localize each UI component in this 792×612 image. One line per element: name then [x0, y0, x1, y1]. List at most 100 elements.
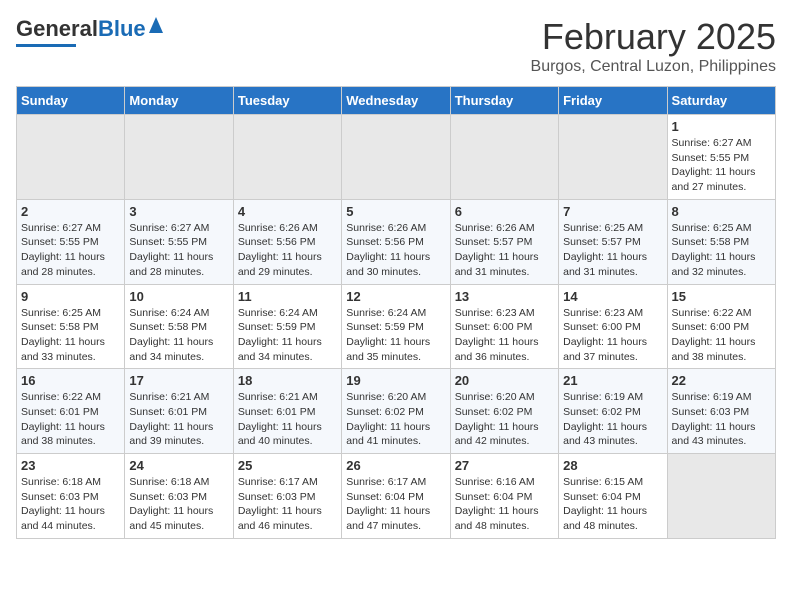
day-number: 3	[129, 204, 228, 219]
calendar-cell: 13 Sunrise: 6:23 AM Sunset: 6:00 PM Dayli…	[450, 284, 558, 369]
calendar-cell	[17, 115, 125, 200]
calendar-cell: 27Sunrise: 6:16 AM Sunset: 6:04 PM Dayli…	[450, 454, 558, 539]
logo-blue-text: Blue	[98, 16, 146, 41]
day-info: Sunrise: 6:25 AM Sunset: 5:58 PM Dayligh…	[672, 221, 771, 280]
calendar-week-row: 1Sunrise: 6:27 AM Sunset: 5:55 PM Daylig…	[17, 115, 776, 200]
day-info: Sunrise: 6:27 AM Sunset: 5:55 PM Dayligh…	[672, 136, 771, 195]
day-info: Sunrise: 6:27 AM Sunset: 5:55 PM Dayligh…	[21, 221, 120, 280]
weekday-header-sunday: Sunday	[17, 87, 125, 115]
calendar-cell: 8 Sunrise: 6:25 AM Sunset: 5:58 PM Daylig…	[667, 199, 775, 284]
page-header: GeneralBlue February 2025 Burgos, Centra…	[16, 16, 776, 76]
weekday-header-saturday: Saturday	[667, 87, 775, 115]
calendar-cell: 5Sunrise: 6:26 AM Sunset: 5:56 PM Daylig…	[342, 199, 450, 284]
calendar-subtitle: Burgos, Central Luzon, Philippines	[531, 58, 776, 76]
calendar-cell: 26 Sunrise: 6:17 AM Sunset: 6:04 PM Dayli…	[342, 454, 450, 539]
calendar-cell	[342, 115, 450, 200]
calendar-cell: 17 Sunrise: 6:21 AM Sunset: 6:01 PM Dayli…	[125, 369, 233, 454]
day-number: 25	[238, 458, 337, 473]
day-info: Sunrise: 6:26 AM Sunset: 5:57 PM Dayligh…	[455, 221, 554, 280]
day-number: 22	[672, 373, 771, 388]
calendar-cell: 1Sunrise: 6:27 AM Sunset: 5:55 PM Daylig…	[667, 115, 775, 200]
calendar-cell: 19 Sunrise: 6:20 AM Sunset: 6:02 PM Dayli…	[342, 369, 450, 454]
day-info: Sunrise: 6:24 AM Sunset: 5:59 PM Dayligh…	[346, 306, 445, 365]
calendar-cell: 11 Sunrise: 6:24 AM Sunset: 5:59 PM Dayli…	[233, 284, 341, 369]
day-info: Sunrise: 6:20 AM Sunset: 6:02 PM Dayligh…	[346, 390, 445, 449]
title-block: February 2025 Burgos, Central Luzon, Phi…	[531, 16, 776, 76]
day-number: 17	[129, 373, 228, 388]
day-number: 14	[563, 289, 662, 304]
day-info: Sunrise: 6:25 AM Sunset: 5:57 PM Dayligh…	[563, 221, 662, 280]
day-info: Sunrise: 6:23 AM Sunset: 6:00 PM Dayligh…	[563, 306, 662, 365]
day-info: Sunrise: 6:17 AM Sunset: 6:03 PM Dayligh…	[238, 475, 337, 534]
calendar-cell: 24 Sunrise: 6:18 AM Sunset: 6:03 PM Dayli…	[125, 454, 233, 539]
day-info: Sunrise: 6:18 AM Sunset: 6:03 PM Dayligh…	[129, 475, 228, 534]
calendar-cell	[233, 115, 341, 200]
day-info: Sunrise: 6:24 AM Sunset: 5:58 PM Dayligh…	[129, 306, 228, 365]
day-number: 28	[563, 458, 662, 473]
calendar-cell: 9Sunrise: 6:25 AM Sunset: 5:58 PM Daylig…	[17, 284, 125, 369]
day-info: Sunrise: 6:25 AM Sunset: 5:58 PM Dayligh…	[21, 306, 120, 365]
day-number: 15	[672, 289, 771, 304]
logo-text: GeneralBlue	[16, 16, 146, 42]
day-info: Sunrise: 6:15 AM Sunset: 6:04 PM Dayligh…	[563, 475, 662, 534]
day-info: Sunrise: 6:16 AM Sunset: 6:04 PM Dayligh…	[455, 475, 554, 534]
calendar-cell	[667, 454, 775, 539]
weekday-header-friday: Friday	[559, 87, 667, 115]
calendar-cell: 20Sunrise: 6:20 AM Sunset: 6:02 PM Dayli…	[450, 369, 558, 454]
calendar-cell: 15Sunrise: 6:22 AM Sunset: 6:00 PM Dayli…	[667, 284, 775, 369]
day-number: 13	[455, 289, 554, 304]
day-number: 10	[129, 289, 228, 304]
day-info: Sunrise: 6:22 AM Sunset: 6:01 PM Dayligh…	[21, 390, 120, 449]
calendar-title: February 2025	[531, 16, 776, 58]
day-number: 24	[129, 458, 228, 473]
day-info: Sunrise: 6:27 AM Sunset: 5:55 PM Dayligh…	[129, 221, 228, 280]
calendar-cell: 6 Sunrise: 6:26 AM Sunset: 5:57 PM Daylig…	[450, 199, 558, 284]
calendar-cell	[559, 115, 667, 200]
day-number: 4	[238, 204, 337, 219]
calendar-cell: 22 Sunrise: 6:19 AM Sunset: 6:03 PM Dayli…	[667, 369, 775, 454]
day-number: 19	[346, 373, 445, 388]
logo-general: General	[16, 16, 98, 41]
calendar-cell: 14 Sunrise: 6:23 AM Sunset: 6:00 PM Dayli…	[559, 284, 667, 369]
day-number: 23	[21, 458, 120, 473]
calendar-week-row: 2 Sunrise: 6:27 AM Sunset: 5:55 PM Daylig…	[17, 199, 776, 284]
day-number: 16	[21, 373, 120, 388]
calendar-cell: 12 Sunrise: 6:24 AM Sunset: 5:59 PM Dayli…	[342, 284, 450, 369]
day-number: 6	[455, 204, 554, 219]
day-info: Sunrise: 6:21 AM Sunset: 6:01 PM Dayligh…	[129, 390, 228, 449]
logo-triangle-icon	[149, 17, 163, 38]
weekday-header-monday: Monday	[125, 87, 233, 115]
day-number: 8	[672, 204, 771, 219]
day-info: Sunrise: 6:18 AM Sunset: 6:03 PM Dayligh…	[21, 475, 120, 534]
weekday-header-wednesday: Wednesday	[342, 87, 450, 115]
calendar-table: SundayMondayTuesdayWednesdayThursdayFrid…	[16, 86, 776, 539]
day-number: 26	[346, 458, 445, 473]
calendar-cell: 18Sunrise: 6:21 AM Sunset: 6:01 PM Dayli…	[233, 369, 341, 454]
calendar-cell: 4 Sunrise: 6:26 AM Sunset: 5:56 PM Daylig…	[233, 199, 341, 284]
calendar-week-row: 16 Sunrise: 6:22 AM Sunset: 6:01 PM Dayli…	[17, 369, 776, 454]
calendar-cell	[450, 115, 558, 200]
day-number: 5	[346, 204, 445, 219]
day-info: Sunrise: 6:23 AM Sunset: 6:00 PM Dayligh…	[455, 306, 554, 365]
calendar-cell: 7 Sunrise: 6:25 AM Sunset: 5:57 PM Daylig…	[559, 199, 667, 284]
calendar-cell	[125, 115, 233, 200]
day-number: 7	[563, 204, 662, 219]
day-info: Sunrise: 6:19 AM Sunset: 6:03 PM Dayligh…	[672, 390, 771, 449]
weekday-header-row: SundayMondayTuesdayWednesdayThursdayFrid…	[17, 87, 776, 115]
day-info: Sunrise: 6:17 AM Sunset: 6:04 PM Dayligh…	[346, 475, 445, 534]
day-info: Sunrise: 6:19 AM Sunset: 6:02 PM Dayligh…	[563, 390, 662, 449]
day-number: 2	[21, 204, 120, 219]
day-number: 11	[238, 289, 337, 304]
logo: GeneralBlue	[16, 16, 163, 47]
calendar-cell: 2 Sunrise: 6:27 AM Sunset: 5:55 PM Daylig…	[17, 199, 125, 284]
calendar-header: SundayMondayTuesdayWednesdayThursdayFrid…	[17, 87, 776, 115]
day-info: Sunrise: 6:24 AM Sunset: 5:59 PM Dayligh…	[238, 306, 337, 365]
day-number: 21	[563, 373, 662, 388]
calendar-cell: 10 Sunrise: 6:24 AM Sunset: 5:58 PM Dayli…	[125, 284, 233, 369]
day-number: 12	[346, 289, 445, 304]
weekday-header-thursday: Thursday	[450, 87, 558, 115]
day-info: Sunrise: 6:26 AM Sunset: 5:56 PM Dayligh…	[238, 221, 337, 280]
day-number: 20	[455, 373, 554, 388]
calendar-cell: 25 Sunrise: 6:17 AM Sunset: 6:03 PM Dayli…	[233, 454, 341, 539]
calendar-cell: 23 Sunrise: 6:18 AM Sunset: 6:03 PM Dayli…	[17, 454, 125, 539]
